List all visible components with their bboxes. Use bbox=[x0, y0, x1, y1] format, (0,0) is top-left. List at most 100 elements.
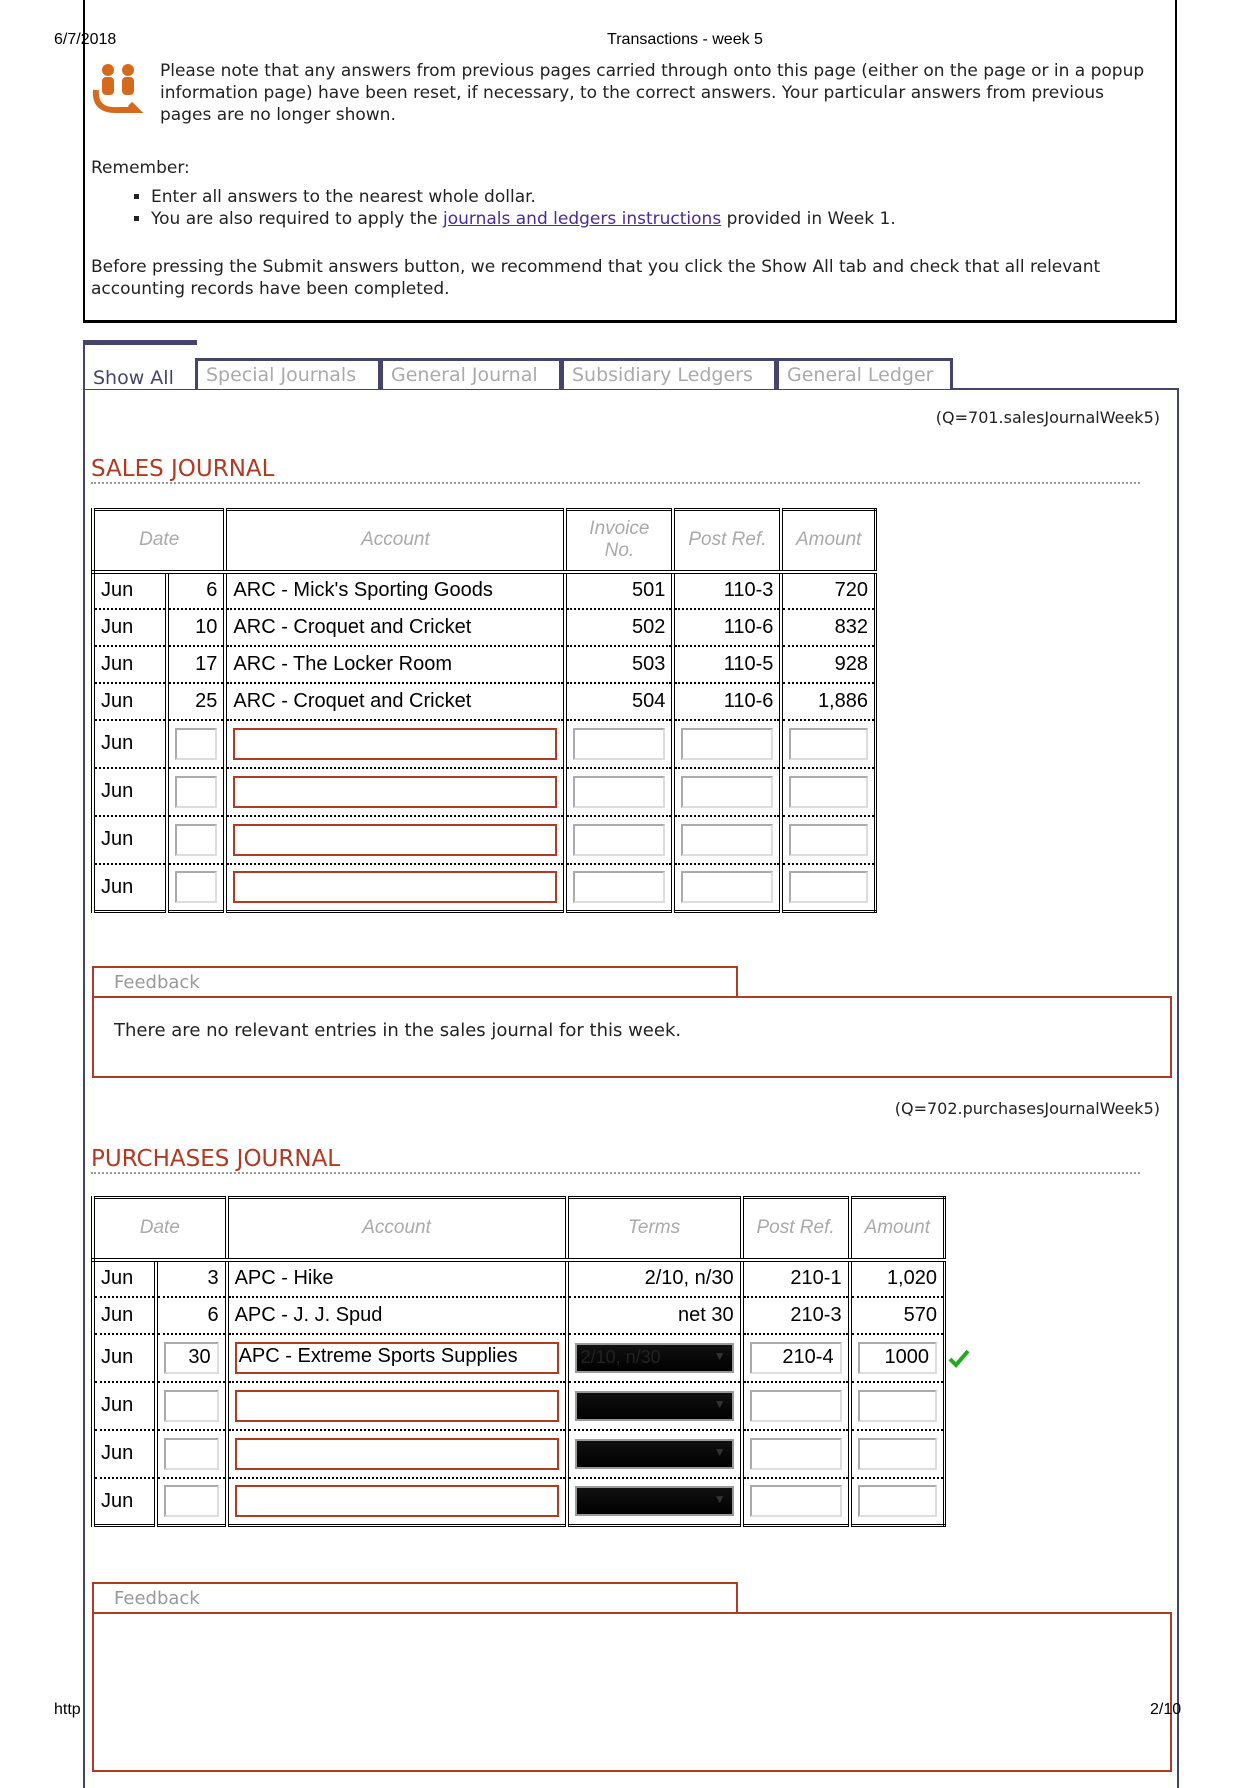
day-input[interactable] bbox=[174, 727, 218, 760]
terms-select[interactable]: ▼ bbox=[574, 1486, 734, 1517]
purchases-feedback-label: Feedback bbox=[92, 1582, 738, 1613]
cell-day bbox=[153, 1381, 227, 1431]
sales-journal-table: Date Account Invoice No. Post Ref. Amount Ju… bbox=[90, 508, 877, 913]
col-amount: Amount bbox=[847, 1197, 945, 1262]
tab-special-journals[interactable]: Special Journals bbox=[195, 358, 381, 389]
amount-input[interactable] bbox=[789, 727, 868, 760]
account-input[interactable] bbox=[233, 775, 558, 808]
cell-amount: 1,886 bbox=[779, 682, 876, 721]
post-ref-input[interactable] bbox=[749, 1389, 842, 1422]
post-ref-input[interactable]: 210-4 bbox=[749, 1341, 842, 1374]
account-input[interactable] bbox=[234, 1437, 559, 1470]
terms-select[interactable]: ▼ bbox=[574, 1390, 734, 1421]
invoice-input[interactable] bbox=[573, 823, 666, 856]
cell-post-ref: 210-1 bbox=[739, 1259, 850, 1298]
cell-invoice bbox=[563, 863, 674, 913]
table-row: Jun 6 ARC - Mick's Sporting Goods 501 110-3 7… bbox=[91, 571, 876, 610]
cell-account: APC - J. J. Spud bbox=[224, 1296, 567, 1335]
print-url: http bbox=[54, 1701, 81, 1718]
tab-subsidiary-ledgers[interactable]: Subsidiary Ledgers bbox=[561, 358, 777, 389]
cell-day: 10 bbox=[164, 608, 226, 647]
purchases-journal-title: PURCHASES JOURNAL bbox=[91, 1146, 1140, 1174]
invoice-input[interactable] bbox=[573, 727, 666, 760]
cell-invoice: 501 bbox=[563, 571, 674, 610]
cell-amount bbox=[847, 1381, 945, 1431]
day-input[interactable]: 30 bbox=[163, 1341, 219, 1374]
bullet-instructions: You are also required to apply the journ… bbox=[151, 208, 896, 230]
table-row: Jun 3 APC - Hike 2/10, n/30 210-1 1,020 bbox=[91, 1259, 945, 1298]
amount-input[interactable] bbox=[857, 1437, 937, 1470]
terms-select[interactable]: ▼ bbox=[574, 1438, 734, 1469]
post-ref-input[interactable] bbox=[749, 1485, 842, 1518]
bullet-text: You are also required to apply the bbox=[151, 209, 443, 229]
cell-amount bbox=[847, 1477, 945, 1527]
tab-general-journal[interactable]: General Journal bbox=[380, 358, 562, 389]
day-input[interactable] bbox=[174, 823, 218, 856]
post-ref-input[interactable] bbox=[681, 823, 774, 856]
account-input[interactable] bbox=[233, 823, 558, 856]
day-input[interactable] bbox=[163, 1389, 219, 1422]
amount-input[interactable] bbox=[789, 871, 868, 904]
entered-row: Jun 30 APC - Extreme Sports Supplies 2/10, … bbox=[91, 1333, 945, 1383]
dropdown-arrow-icon: ▼ bbox=[713, 1396, 726, 1411]
post-ref-input[interactable] bbox=[681, 775, 774, 808]
post-ref-input[interactable] bbox=[681, 727, 774, 760]
post-ref-input[interactable] bbox=[749, 1437, 842, 1470]
amount-input[interactable] bbox=[789, 823, 868, 856]
account-input[interactable] bbox=[233, 727, 558, 760]
cell-account bbox=[223, 719, 566, 769]
post-ref-input[interactable] bbox=[681, 871, 774, 904]
cell-post-ref bbox=[739, 1429, 850, 1479]
day-input[interactable] bbox=[163, 1437, 219, 1470]
input-row: Jun bbox=[91, 719, 876, 769]
cell-post-ref: 110-5 bbox=[671, 645, 782, 684]
day-input[interactable] bbox=[174, 775, 218, 808]
amount-input[interactable] bbox=[857, 1389, 937, 1422]
amount-input[interactable] bbox=[789, 775, 868, 808]
table-row: Jun 10 ARC - Croquet and Cricket 502 110-6 83… bbox=[91, 608, 876, 647]
cell-month: Jun bbox=[91, 608, 167, 647]
cell-account bbox=[223, 767, 566, 817]
cell-post-ref: 110-3 bbox=[671, 571, 782, 610]
cell-account: ARC - Croquet and Cricket bbox=[223, 682, 566, 721]
instructions-link[interactable]: journals and ledgers instructions bbox=[443, 209, 721, 229]
tab-show-all[interactable]: Show All bbox=[83, 340, 197, 389]
cell-amount bbox=[779, 767, 876, 817]
cell-terms: ▼ bbox=[564, 1381, 742, 1431]
cell-day bbox=[153, 1477, 227, 1527]
input-row: Jun bbox=[91, 767, 876, 817]
col-amount: Amount bbox=[779, 509, 876, 574]
day-input[interactable] bbox=[163, 1485, 219, 1518]
day-input[interactable] bbox=[174, 871, 218, 904]
remember-label: Remember: bbox=[91, 158, 190, 178]
tab-general-ledger[interactable]: General Ledger bbox=[776, 358, 953, 389]
amount-input[interactable] bbox=[857, 1485, 937, 1518]
cell-month: Jun bbox=[91, 1477, 156, 1527]
account-input[interactable]: APC - Extreme Sports Supplies bbox=[234, 1341, 559, 1374]
account-input[interactable] bbox=[234, 1485, 559, 1518]
terms-select[interactable]: 2/10, n/30 ▼ bbox=[574, 1342, 734, 1373]
cell-invoice: 502 bbox=[563, 608, 674, 647]
invoice-input[interactable] bbox=[573, 871, 666, 904]
cell-post-ref bbox=[671, 863, 782, 913]
cell-month: Jun bbox=[91, 1296, 156, 1335]
col-account: Account bbox=[224, 1197, 567, 1262]
cell-post-ref: 110-6 bbox=[671, 682, 782, 721]
amount-input[interactable]: 1000 bbox=[857, 1341, 937, 1374]
account-input[interactable] bbox=[233, 871, 558, 904]
input-row: Jun ▼ bbox=[91, 1429, 945, 1479]
cell-month: Jun bbox=[91, 682, 167, 721]
cell-month: Jun bbox=[91, 1333, 156, 1383]
dropdown-arrow-icon: ▼ bbox=[713, 1444, 726, 1459]
cell-account bbox=[223, 815, 566, 865]
account-input[interactable] bbox=[234, 1389, 559, 1422]
remember-list: Enter all answers to the nearest whole d… bbox=[91, 186, 896, 230]
invoice-input[interactable] bbox=[573, 775, 666, 808]
cell-account bbox=[224, 1429, 567, 1479]
dropdown-arrow-icon: ▼ bbox=[713, 1492, 726, 1507]
cell-invoice bbox=[563, 767, 674, 817]
cell-month: Jun bbox=[91, 645, 167, 684]
cell-month: Jun bbox=[91, 1259, 156, 1298]
cell-post-ref bbox=[671, 815, 782, 865]
input-row: Jun bbox=[91, 863, 876, 913]
